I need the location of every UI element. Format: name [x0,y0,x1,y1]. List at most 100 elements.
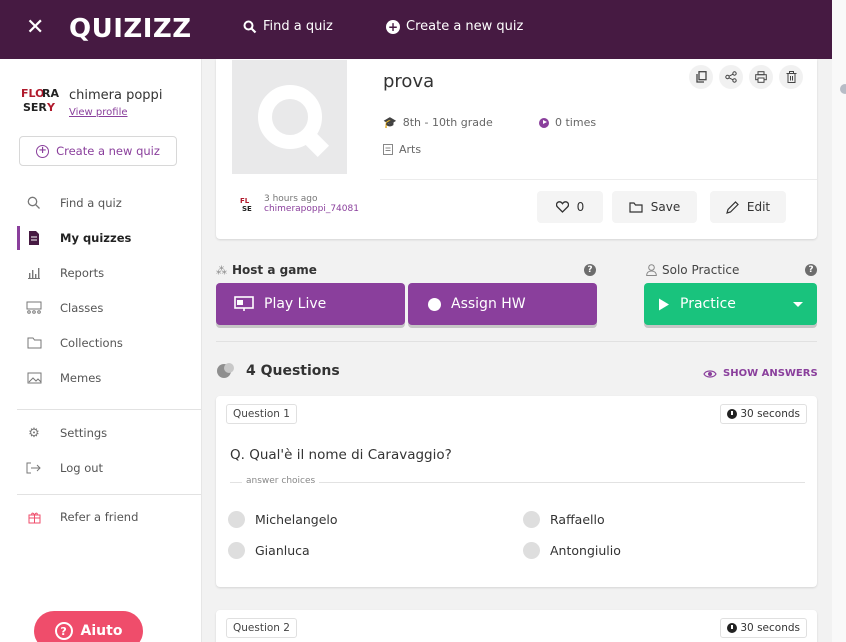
question-time-text: 30 seconds [740,408,800,420]
book-icon [383,144,393,155]
sidebar-item-collections[interactable]: Collections [0,329,201,357]
create-quiz-label: Create a new quiz [406,19,524,34]
view-profile-link[interactable]: View profile [69,107,128,118]
profile-username: chimera poppi [69,88,163,103]
svg-text:SER: SER [23,101,47,114]
sidebar-item-reports[interactable]: Reports [0,259,201,287]
bar-chart-icon [26,265,42,281]
person-icon [646,264,657,276]
gift-icon [26,509,42,525]
people-icon: ⁂ [216,263,227,277]
question-card: Question 1 30 seconds Q. Qual'è il nome … [216,396,817,587]
save-button[interactable]: Save [612,191,697,223]
option-bullet [228,511,245,528]
top-bar: ✕ QUIZIZZ Find a quiz + Create a new qui… [0,0,846,59]
quiz-grade-text: 8th - 10th grade [402,116,493,129]
host-game-text: Host a game [232,263,317,277]
option-bullet [228,542,245,559]
play-icon [659,298,669,310]
help-circle-icon[interactable]: ? [805,264,817,276]
document-icon [26,230,42,246]
help-button[interactable]: ? Aiuto [34,611,143,642]
profile-block: FLO RA SER Y chimera poppi View profile [20,82,195,126]
find-quiz-link[interactable]: Find a quiz [243,19,333,34]
print-icon[interactable] [749,65,773,89]
like-count: 0 [576,200,585,214]
question-time-badge: 30 seconds [720,618,807,638]
gear-icon: ⚙ [28,425,40,441]
questions-count: 4 Questions [246,363,340,379]
sidebar-item-refer-friend[interactable]: Refer a friend [0,503,201,531]
graduation-cap-icon: 🎓 [383,116,397,129]
play-live-button[interactable]: Play Live [216,283,405,325]
svg-text:RA: RA [42,87,59,100]
solo-practice-label: Solo Practice [646,263,739,277]
sidebar-divider [17,494,201,495]
quiz-plays-text: 0 times [555,116,597,129]
question-number-badge: Question 2 [226,618,297,638]
play-circle-icon [539,117,549,128]
edit-button-label: Edit [746,200,771,214]
clock-icon [727,623,738,633]
show-answers-label: SHOW ANSWERS [723,368,818,379]
sidebar-item-label: Reports [60,266,105,280]
quiz-thumbnail [232,60,347,174]
svg-text:Y: Y [46,101,56,114]
share-icon[interactable] [719,65,743,89]
folder-icon [26,335,42,351]
create-quiz-button[interactable]: + Create a new quiz [19,136,177,166]
save-button-label: Save [650,200,681,214]
heart-icon [555,201,569,213]
avatar[interactable]: FLO RA SER Y [20,82,64,118]
logout-icon [26,460,42,476]
quizizz-logo[interactable]: QUIZIZZ [69,14,192,44]
folder-icon [629,201,643,213]
edit-button[interactable]: Edit [710,191,786,223]
plus-circle-icon: + [386,19,400,34]
author-name-link[interactable]: chimerapoppi_74081 [264,204,359,214]
question-circle-icon: ? [54,622,73,640]
close-icon[interactable]: ✕ [26,17,44,39]
answer-option: Michelangelo [228,511,338,528]
help-circle-icon[interactable]: ? [584,264,596,276]
host-game-label: ⁂ Host a game [216,263,317,277]
quiz-subject: Arts [383,143,421,156]
sidebar-item-logout[interactable]: Log out [0,454,201,482]
find-quiz-label: Find a quiz [263,19,333,34]
questions-header: 4 Questions [216,362,340,380]
image-icon [26,370,42,386]
svg-text:SE: SE [242,205,252,213]
create-quiz-button-label: Create a new quiz [56,144,160,158]
answer-option-text: Raffaello [550,512,605,527]
like-button[interactable]: 0 [537,191,603,223]
sidebar-item-label: Classes [60,301,104,315]
chevron-down-icon[interactable] [793,302,803,307]
question-time-text: 30 seconds [740,622,800,634]
assign-hw-label: Assign HW [451,296,526,312]
sidebar-item-label: Refer a friend [60,510,139,524]
assign-hw-button[interactable]: Assign HW [408,283,597,325]
sidebar-item-label: Memes [60,371,102,385]
practice-button[interactable]: Practice [644,283,817,325]
trash-icon[interactable] [779,65,803,89]
quiz-title: prova [383,71,435,92]
quiz-info-card: prova 🎓 8th - 10th grade 0 times Arts FL… [216,59,817,239]
chat-bubbles-icon [217,363,234,378]
right-edge-strip [832,0,846,642]
show-answers-button[interactable]: SHOW ANSWERS [703,368,818,379]
sidebar-item-label: Settings [60,426,108,440]
sidebar-item-memes[interactable]: Memes [0,364,201,392]
create-quiz-link[interactable]: + Create a new quiz [386,19,523,34]
svg-text:FLO: FLO [21,87,44,100]
sidebar-item-classes[interactable]: Classes [0,294,201,322]
duplicate-icon[interactable] [689,65,713,89]
sidebar-item-find-quiz[interactable]: Find a quiz [0,189,201,217]
author-avatar[interactable]: FLSE [240,195,258,213]
answer-option: Raffaello [523,511,605,528]
sidebar-item-settings[interactable]: ⚙ Settings [0,419,201,447]
answer-option: Gianluca [228,542,310,559]
sidebar-item-my-quizzes[interactable]: My quizzes [0,224,201,252]
question-card: Question 2 30 seconds [216,610,817,642]
practice-label: Practice [680,296,736,312]
present-icon [234,296,254,311]
